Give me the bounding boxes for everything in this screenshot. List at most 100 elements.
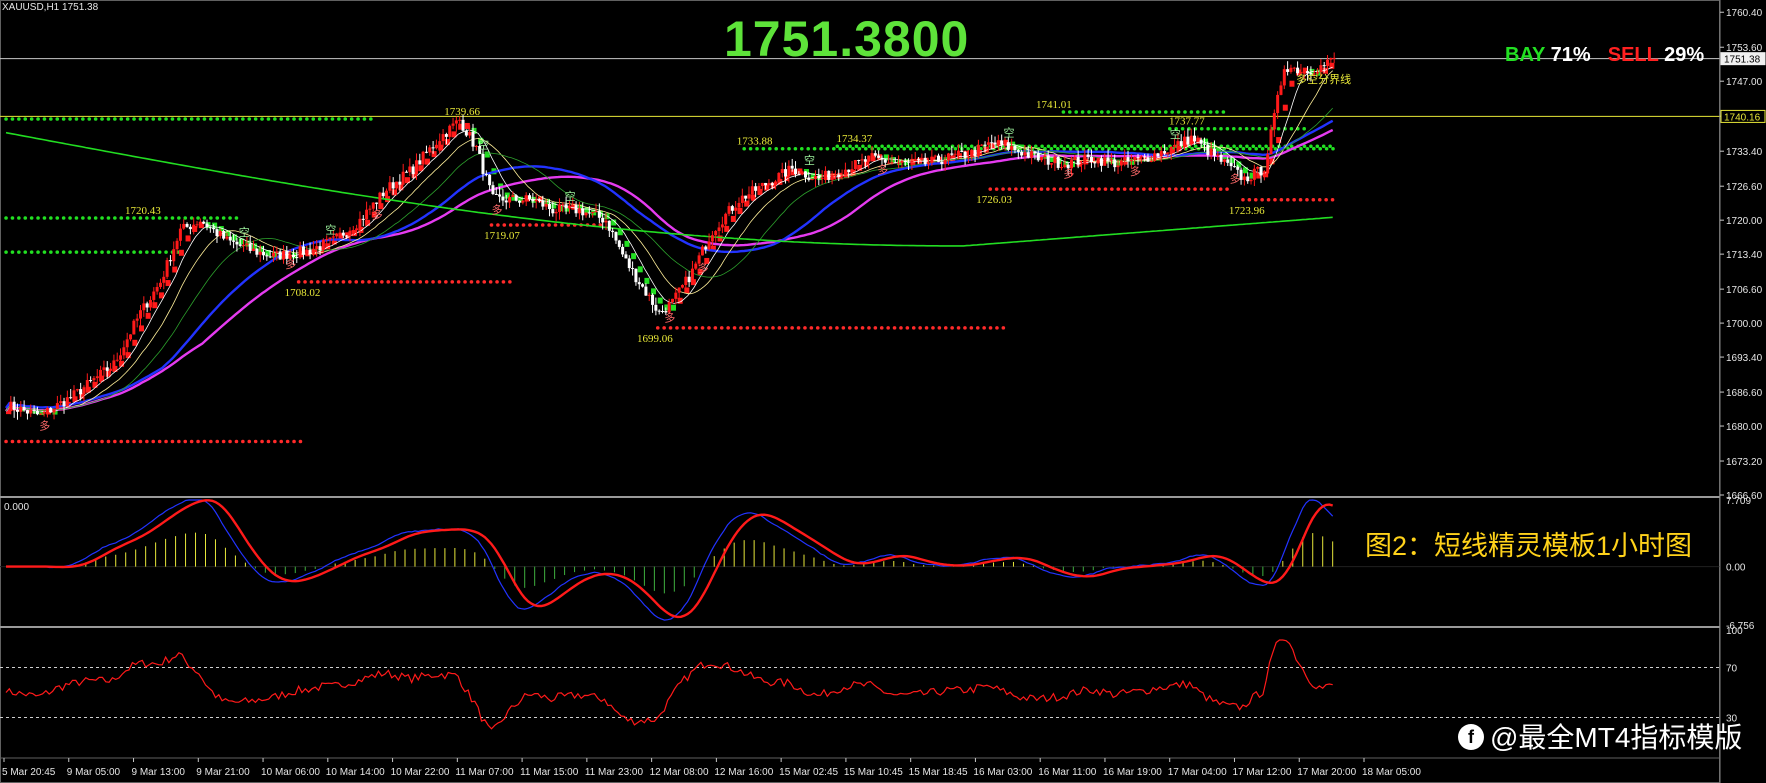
price-tag-label: 1740.16: [1724, 112, 1761, 123]
candle-body: [1079, 163, 1083, 165]
candle-body: [145, 303, 149, 308]
candle-body: [544, 203, 548, 207]
signal-label: 空: [804, 153, 815, 167]
candle-body: [135, 318, 139, 321]
x-tick-label: 10 Mar 14:00: [326, 767, 385, 778]
candle-body: [395, 181, 399, 189]
candle-body: [654, 304, 658, 311]
buy-sell-ratio: BAY 71% SELL 29%: [1505, 44, 1704, 67]
candle-body: [35, 410, 39, 415]
candle-body: [371, 202, 375, 209]
candle-body: [624, 254, 628, 259]
candle-body: [571, 205, 575, 207]
candle-body: [125, 339, 129, 348]
candle-body: [1179, 141, 1183, 146]
ribbon-block: [178, 249, 184, 256]
candle-body: [1193, 135, 1197, 142]
candle-body: [1149, 160, 1153, 162]
candle-body: [1136, 157, 1140, 159]
candle-body: [657, 310, 661, 312]
candle-body: [518, 200, 522, 203]
candle-body: [820, 177, 824, 179]
candle-body: [1203, 143, 1206, 145]
candle-body: [804, 171, 807, 178]
signal-label: 多空分界线: [1296, 72, 1351, 86]
candle-body: [1053, 156, 1057, 164]
candle-body: [262, 251, 266, 256]
candle-body: [1163, 151, 1167, 154]
candle-body: [1169, 146, 1173, 153]
candle-body: [461, 119, 465, 131]
candle-body: [498, 194, 502, 197]
candle-body: [405, 171, 408, 173]
candle-body: [255, 248, 259, 255]
candle-body: [980, 144, 984, 146]
candle-body: [12, 401, 16, 410]
ribbon-block: [139, 325, 144, 332]
y-tick-label: 1747.00: [1726, 77, 1763, 88]
candle-body: [594, 211, 598, 213]
candle-body: [208, 227, 212, 229]
ribbon-block: [172, 266, 178, 273]
ribbon-block: [737, 207, 743, 214]
candle-body: [1046, 155, 1050, 165]
candle-body: [508, 196, 512, 203]
ribbon-block: [145, 312, 151, 319]
candle-body: [684, 276, 688, 286]
buy-label: BAY: [1505, 44, 1546, 66]
candle-body: [917, 159, 921, 161]
candle-body: [381, 192, 385, 197]
candle-body: [178, 228, 182, 241]
candle-body: [69, 397, 73, 399]
candle-body: [677, 287, 681, 293]
candle-body: [966, 156, 970, 158]
candle-body: [391, 182, 395, 189]
candle-body: [847, 169, 851, 173]
candle-body: [321, 239, 325, 250]
candle-body: [22, 406, 26, 411]
candle-body: [707, 241, 711, 250]
y-tick-label: 1686.60: [1726, 388, 1763, 399]
candle-body: [541, 200, 545, 207]
ribbon-block: [651, 288, 657, 295]
candle-body: [634, 268, 638, 283]
signal-label: 多: [877, 163, 888, 177]
x-tick-label: 17 Mar 04:00: [1168, 767, 1227, 778]
y-tick-label: 1760.40: [1726, 8, 1763, 19]
candle-body: [727, 206, 731, 214]
candle-body: [421, 151, 425, 165]
candle-body: [1183, 136, 1187, 146]
candle-body: [797, 174, 801, 176]
candle-body: [983, 144, 987, 146]
candle-body: [710, 235, 714, 242]
candle-body: [235, 241, 239, 245]
candle-body: [59, 401, 63, 404]
candle-body: [780, 169, 784, 173]
candle-body: [767, 183, 771, 186]
candle-body: [434, 144, 438, 149]
candle-body: [667, 301, 671, 313]
candle-body: [897, 162, 901, 164]
x-tick-label: 16 Mar 11:00: [1038, 767, 1097, 778]
chart-border: [0, 0, 1720, 783]
level-label: 1720.43: [125, 205, 161, 217]
candle-body: [448, 125, 452, 137]
signal-label: 多: [285, 257, 296, 271]
candle-body: [504, 200, 508, 203]
candle-body: [1010, 145, 1014, 150]
candle-body: [534, 199, 538, 202]
candle-body: [165, 260, 169, 277]
candle-body: [1159, 151, 1163, 157]
candle-body: [361, 218, 365, 220]
candle-body: [25, 410, 29, 414]
candle-body: [528, 195, 532, 199]
candle-body: [351, 230, 355, 232]
candle-body: [385, 190, 389, 197]
candle-body: [212, 227, 216, 230]
candle-body: [1089, 156, 1093, 163]
candle-body: [32, 409, 36, 411]
candle-body: [937, 155, 940, 162]
candle-body: [414, 160, 418, 175]
candle-body: [993, 142, 997, 145]
candle-body: [1292, 67, 1296, 69]
